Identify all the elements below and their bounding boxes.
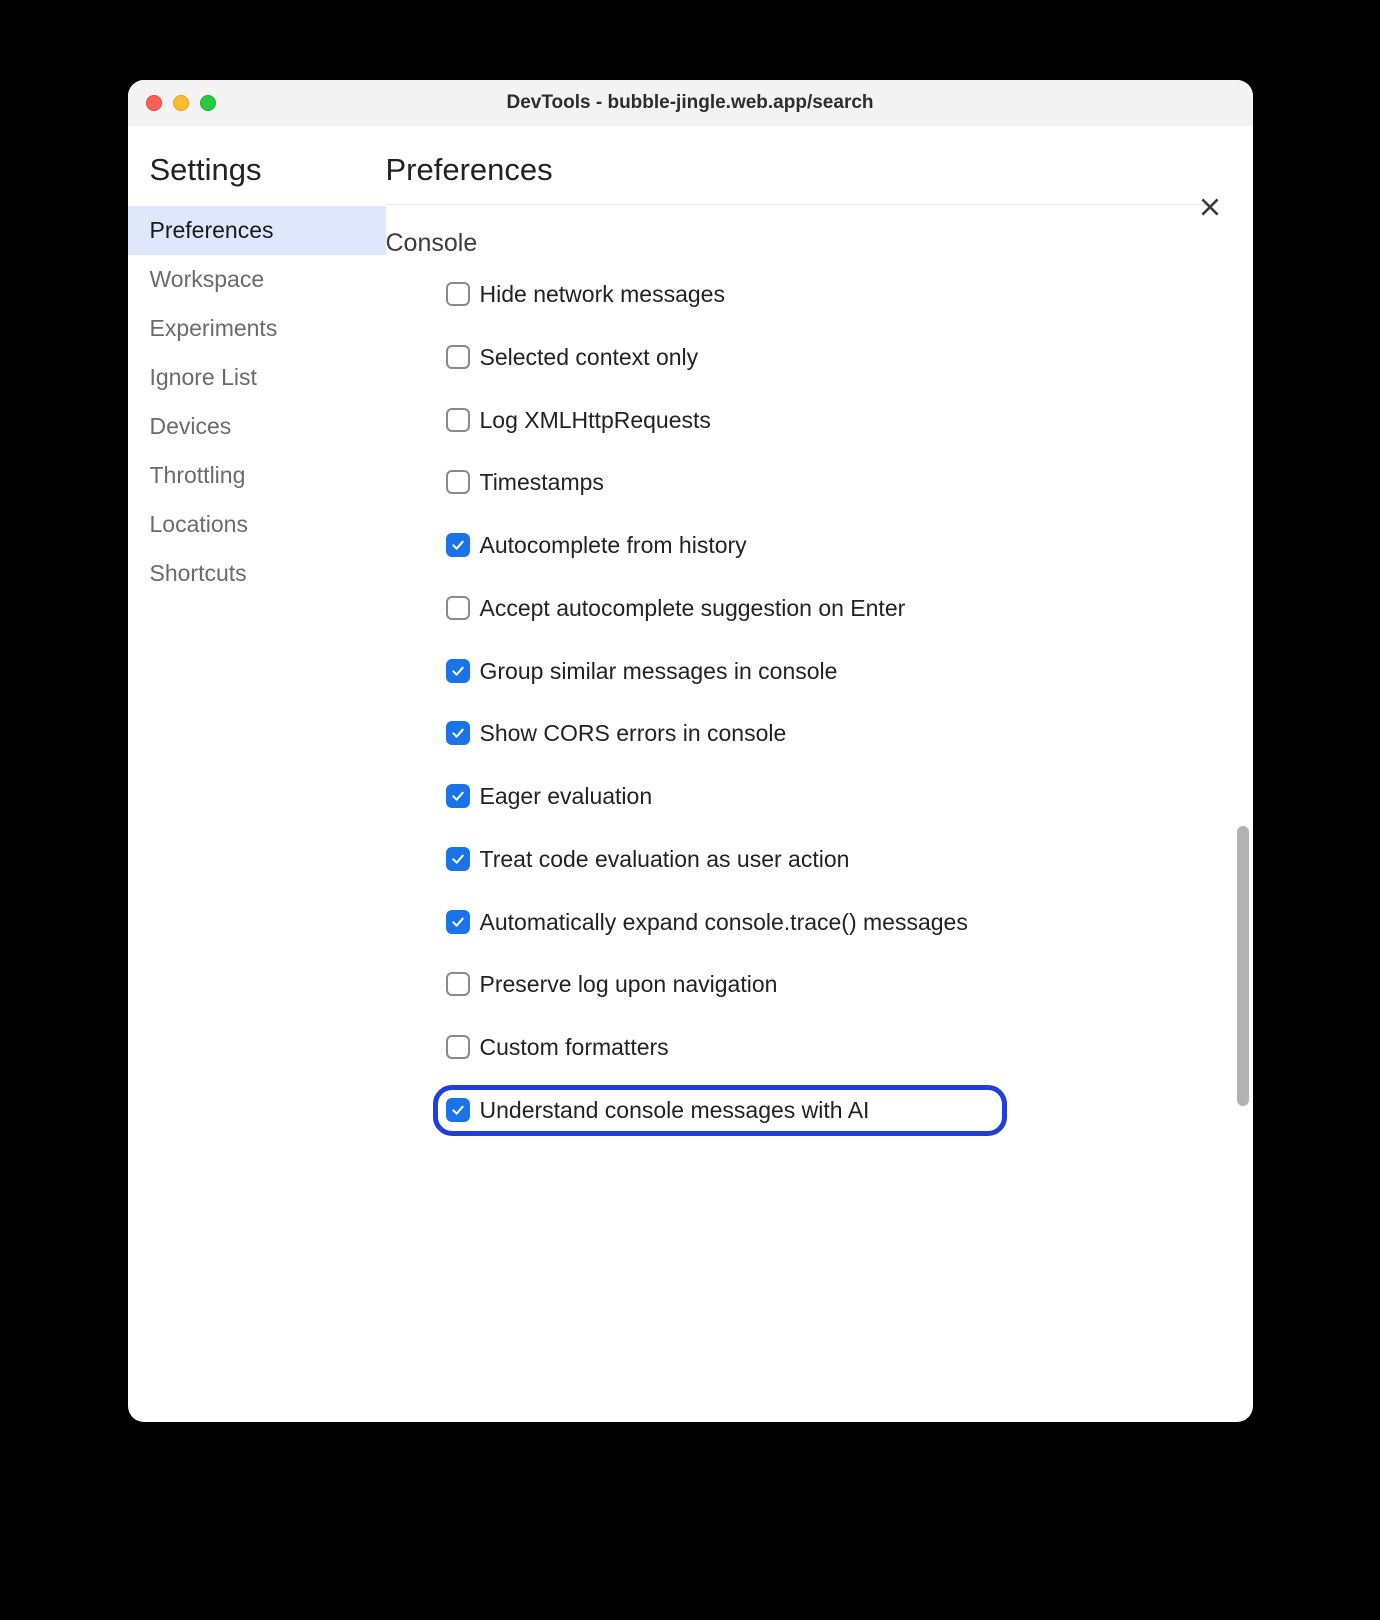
checkbox[interactable]: [446, 1035, 470, 1059]
checkbox[interactable]: [446, 345, 470, 369]
sidebar-item-locations[interactable]: Locations: [128, 500, 386, 549]
check-icon: [450, 537, 466, 553]
option-row[interactable]: Selected context only: [440, 339, 1000, 376]
check-icon: [450, 851, 466, 867]
check-icon: [450, 1102, 466, 1118]
checkbox[interactable]: [446, 847, 470, 871]
option-row[interactable]: Autocomplete from history: [440, 527, 1000, 564]
option-label: Preserve log upon navigation: [480, 970, 778, 999]
settings-sidebar: Settings PreferencesWorkspaceExperiments…: [128, 126, 386, 1422]
option-row[interactable]: Hide network messages: [440, 276, 1000, 313]
settings-main: Preferences Console Hide network message…: [386, 126, 1253, 1422]
option-label: Automatically expand console.trace() mes…: [480, 908, 968, 937]
checkbox[interactable]: [446, 721, 470, 745]
sidebar-item-workspace[interactable]: Workspace: [128, 255, 386, 304]
checkbox[interactable]: [446, 972, 470, 996]
option-row[interactable]: Understand console messages with AI: [440, 1092, 1000, 1129]
option-label: Custom formatters: [480, 1033, 669, 1062]
checkbox[interactable]: [446, 910, 470, 934]
check-icon: [450, 788, 466, 804]
checkbox[interactable]: [446, 282, 470, 306]
settings-content: Settings PreferencesWorkspaceExperiments…: [128, 126, 1253, 1422]
sidebar-item-experiments[interactable]: Experiments: [128, 304, 386, 353]
option-row[interactable]: Group similar messages in console: [440, 653, 1000, 690]
option-label: Show CORS errors in console: [480, 719, 787, 748]
close-settings-button[interactable]: [1197, 194, 1223, 225]
sidebar-item-throttling[interactable]: Throttling: [128, 451, 386, 500]
window-title: DevTools - bubble-jingle.web.app/search: [144, 92, 1237, 114]
option-label: Autocomplete from history: [480, 531, 747, 560]
sidebar-title: Settings: [128, 152, 386, 206]
option-label: Accept autocomplete suggestion on Enter: [480, 594, 906, 623]
window-close-button[interactable]: [146, 95, 162, 111]
checkbox[interactable]: [446, 1098, 470, 1122]
option-row[interactable]: Log XMLHttpRequests: [440, 402, 1000, 439]
option-row[interactable]: Custom formatters: [440, 1029, 1000, 1066]
option-row[interactable]: Preserve log upon navigation: [440, 966, 1000, 1003]
option-label: Treat code evaluation as user action: [480, 845, 850, 874]
page-title: Preferences: [386, 152, 1205, 205]
devtools-window: DevTools - bubble-jingle.web.app/search …: [128, 80, 1253, 1422]
section-title: Console: [386, 229, 1213, 258]
close-icon: [1197, 194, 1223, 220]
option-row[interactable]: Treat code evaluation as user action: [440, 841, 1000, 878]
window-zoom-button[interactable]: [200, 95, 216, 111]
sidebar-item-preferences[interactable]: Preferences: [128, 206, 386, 255]
sidebar-item-ignore-list[interactable]: Ignore List: [128, 353, 386, 402]
option-label: Eager evaluation: [480, 782, 653, 811]
option-label: Understand console messages with AI: [480, 1096, 870, 1125]
option-row[interactable]: Timestamps: [440, 464, 1000, 501]
check-icon: [450, 914, 466, 930]
check-icon: [450, 725, 466, 741]
check-icon: [450, 663, 466, 679]
option-label: Group similar messages in console: [480, 657, 838, 686]
option-label: Selected context only: [480, 343, 699, 372]
sidebar-item-devices[interactable]: Devices: [128, 402, 386, 451]
checkbox[interactable]: [446, 470, 470, 494]
option-label: Log XMLHttpRequests: [480, 406, 711, 435]
window-minimize-button[interactable]: [173, 95, 189, 111]
checkbox[interactable]: [446, 784, 470, 808]
checkbox[interactable]: [446, 533, 470, 557]
scrollbar-thumb[interactable]: [1237, 826, 1249, 1106]
option-row[interactable]: Accept autocomplete suggestion on Enter: [440, 590, 1000, 627]
checkbox[interactable]: [446, 408, 470, 432]
checkbox[interactable]: [446, 596, 470, 620]
option-row[interactable]: Show CORS errors in console: [440, 715, 1000, 752]
titlebar: DevTools - bubble-jingle.web.app/search: [128, 80, 1253, 126]
options-list: Hide network messages Selected context on…: [386, 276, 1213, 1129]
checkbox[interactable]: [446, 659, 470, 683]
window-controls: [146, 95, 216, 111]
scrollbar-track[interactable]: [1235, 186, 1251, 1412]
sidebar-item-shortcuts[interactable]: Shortcuts: [128, 549, 386, 598]
option-row[interactable]: Automatically expand console.trace() mes…: [440, 904, 1000, 941]
option-row[interactable]: Eager evaluation: [440, 778, 1000, 815]
option-label: Timestamps: [480, 468, 604, 497]
option-label: Hide network messages: [480, 280, 725, 309]
